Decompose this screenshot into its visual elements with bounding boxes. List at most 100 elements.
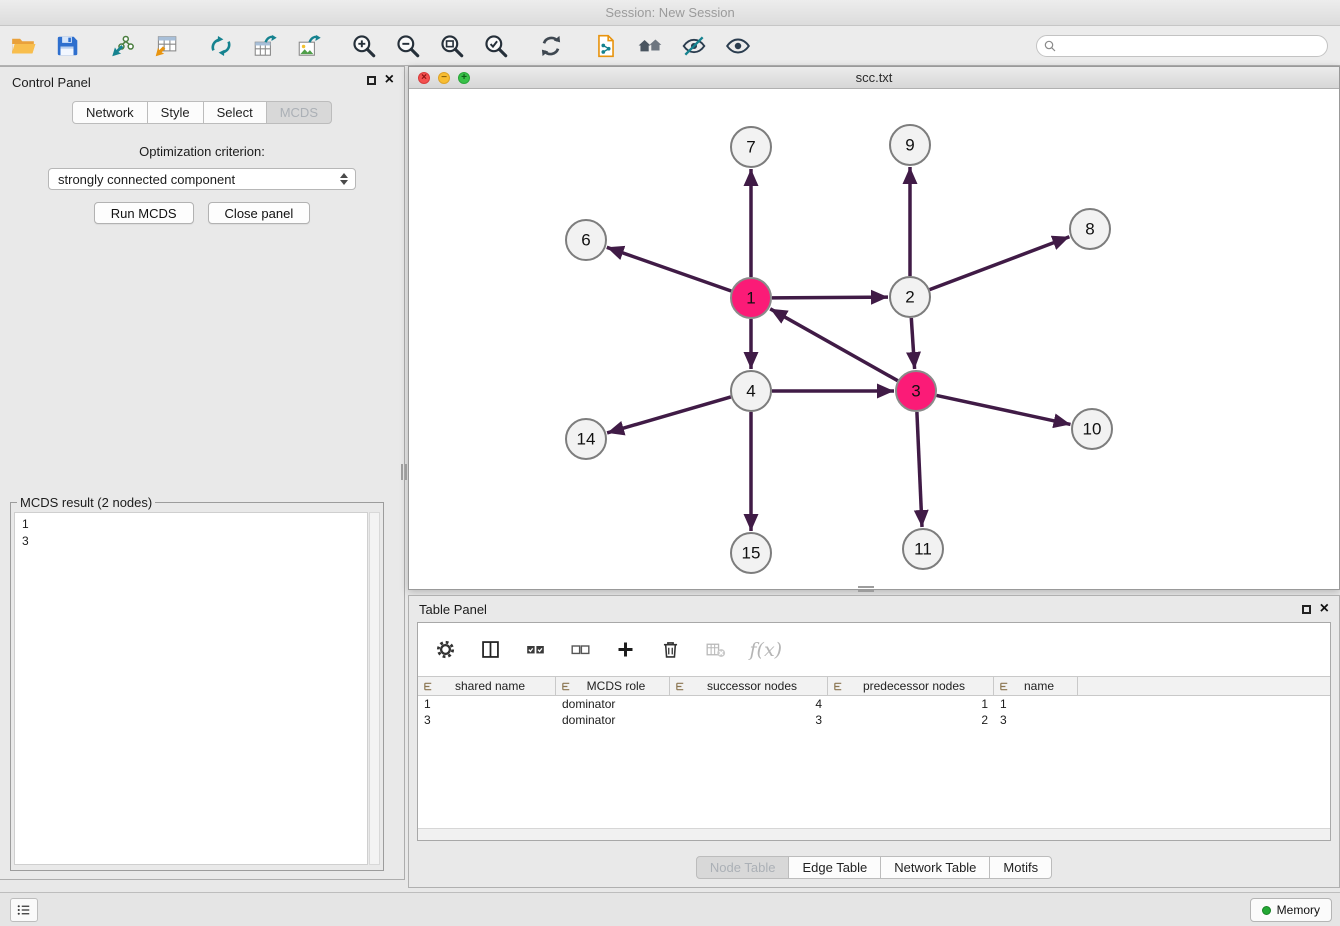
clone-network-button[interactable] [591,31,621,61]
open-file-icon [10,33,36,59]
maximize-window-icon[interactable]: + [458,72,470,84]
search-input[interactable] [1036,35,1328,57]
close-panel-icon[interactable]: × [385,74,394,86]
refresh-layout-button[interactable] [536,31,566,61]
float-panel-icon[interactable] [367,76,376,85]
edge-3-10[interactable] [937,395,1071,424]
edge-1-2[interactable] [772,297,888,298]
node-11[interactable]: 11 [903,529,943,569]
edge-3-11[interactable] [917,412,922,527]
open-file-button[interactable] [8,31,38,61]
tab-style[interactable]: Style [147,101,204,124]
network-window-title: scc.txt [856,70,893,85]
node-14[interactable]: 14 [566,419,606,459]
import-network-button[interactable] [107,31,137,61]
zoom-out-button[interactable] [393,31,423,61]
fx-button: f(x) [747,637,773,663]
memory-button[interactable]: Memory [1250,898,1332,922]
window-titlebar[interactable]: Session: New Session [0,0,1340,26]
node-1[interactable]: 1 [731,278,771,318]
node-6[interactable]: 6 [566,220,606,260]
minimize-window-icon[interactable]: − [438,72,450,84]
network-window-titlebar[interactable]: × − + scc.txt [409,67,1339,89]
edge-4-14[interactable] [607,397,731,433]
task-history-button[interactable] [10,898,38,922]
node-3[interactable]: 3 [896,371,936,411]
svg-text:11: 11 [914,540,932,559]
network-window: × − + scc.txt 7 9 6 8 1 2 4 3 14 10 15 11 [408,66,1340,590]
svg-text:4: 4 [746,382,755,401]
tab-select[interactable]: Select [203,101,267,124]
export-image-button[interactable] [294,31,324,61]
tab-edge-table[interactable]: Edge Table [788,856,881,879]
columns-button[interactable] [477,637,503,663]
column-header-MCDS-role[interactable]: MCDS role [556,677,670,695]
svg-text:7: 7 [746,138,755,157]
import-table-button[interactable] [151,31,181,61]
export-network-button[interactable] [206,31,236,61]
network-canvas[interactable]: 7 9 6 8 1 2 4 3 14 10 15 11 [409,89,1339,589]
gear-button[interactable] [432,637,458,663]
node-10[interactable]: 10 [1072,409,1112,449]
column-header-label: shared name [435,679,555,693]
criterion-select[interactable]: strongly connected component [48,168,356,190]
deselect-all-button[interactable] [567,637,593,663]
add-row-icon [615,639,636,660]
column-header-shared-name[interactable]: shared name [418,677,556,695]
export-image-icon [296,33,322,59]
zoom-out-icon [395,33,421,59]
save-button[interactable] [52,31,82,61]
select-all-button[interactable] [522,637,548,663]
node-2[interactable]: 2 [890,277,930,317]
tab-network[interactable]: Network [72,101,148,124]
tab-node-table[interactable]: Node Table [696,856,790,879]
zoom-fit-button[interactable] [437,31,467,61]
node-15[interactable]: 15 [731,533,771,573]
column-header-label: name [1011,679,1077,693]
node-9[interactable]: 9 [890,125,930,165]
zoom-in-button[interactable] [349,31,379,61]
style-preview-button[interactable] [679,31,709,61]
close-table-panel-icon[interactable]: × [1320,603,1329,615]
tab-motifs[interactable]: Motifs [989,856,1052,879]
vertical-splitter-grip[interactable] [401,464,407,480]
export-table-button[interactable] [250,31,280,61]
table-row[interactable]: 1dominator411 [418,696,1330,712]
svg-text:10: 10 [1083,420,1102,439]
close-panel-button[interactable]: Close panel [208,202,311,224]
network-overview-button[interactable] [635,31,665,61]
tab-network-table[interactable]: Network Table [880,856,990,879]
float-table-panel-icon[interactable] [1302,605,1311,614]
edge-2-3[interactable] [911,318,914,369]
table-panel-title: Table Panel [419,602,487,617]
control-panel-tabs: NetworkStyleSelectMCDS [0,101,404,124]
tab-mcds[interactable]: MCDS [266,101,332,124]
column-header-successor-nodes[interactable]: successor nodes [670,677,828,695]
control-panel-header: Control Panel × [0,67,404,93]
control-panel: Control Panel × NetworkStyleSelectMCDS O… [0,66,405,880]
result-scrollbar[interactable] [369,512,380,865]
table-cell: dominator [556,697,670,711]
table-cell: 1 [994,697,1078,711]
edge-3-1[interactable] [770,309,898,381]
node-7[interactable]: 7 [731,127,771,167]
edge-1-6[interactable] [607,247,731,291]
show-hide-graphics-button[interactable] [723,31,753,61]
zoom-selected-button[interactable] [481,31,511,61]
close-window-icon[interactable]: × [418,72,430,84]
table-horizontal-scrollbar[interactable] [418,828,1330,840]
horizontal-splitter-grip[interactable] [858,586,874,592]
node-8[interactable]: 8 [1070,209,1110,249]
node-4[interactable]: 4 [731,371,771,411]
fx-icon: f(x) [750,639,771,660]
delete-row-button[interactable] [657,637,683,663]
edge-2-8[interactable] [930,237,1070,290]
run-mcds-button[interactable]: Run MCDS [94,202,194,224]
table-cell: dominator [556,713,670,727]
add-row-button[interactable] [612,637,638,663]
column-header-name[interactable]: name [994,677,1078,695]
optimization-criterion-label: Optimization criterion: [0,144,404,159]
svg-text:2: 2 [905,288,914,307]
table-row[interactable]: 3dominator323 [418,712,1330,728]
column-header-predecessor-nodes[interactable]: predecessor nodes [828,677,994,695]
